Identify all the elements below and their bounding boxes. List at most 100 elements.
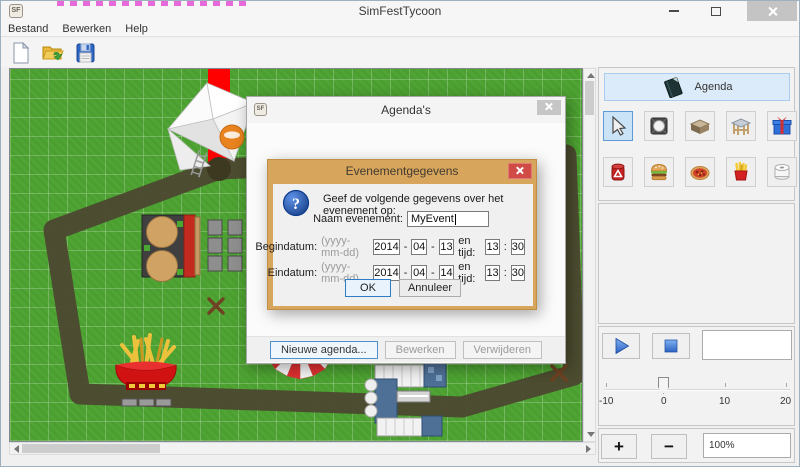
stop-icon xyxy=(662,337,680,355)
menu-help[interactable]: Help xyxy=(118,22,155,36)
date-separator: - xyxy=(431,267,435,279)
tool-gift-shop[interactable] xyxy=(767,111,797,141)
path-junction xyxy=(207,157,231,181)
minimize-button[interactable] xyxy=(659,1,689,21)
begin-month-field[interactable]: 04 xyxy=(411,239,427,255)
zoom-in-button[interactable]: + xyxy=(601,434,637,459)
tool-fries-stand[interactable] xyxy=(726,157,756,187)
date-separator: - xyxy=(431,241,435,253)
time-separator: : xyxy=(504,241,507,253)
event-name-value: MyEvent xyxy=(411,213,454,225)
ok-button[interactable]: OK xyxy=(345,279,391,297)
zoom-groupbox: + − 100% xyxy=(598,428,795,463)
scroll-up-icon[interactable] xyxy=(587,73,595,78)
zoom-level-field[interactable]: 100% xyxy=(703,433,791,458)
simfest-logo-band xyxy=(224,131,240,138)
market-stall-icon xyxy=(729,114,753,138)
play-button[interactable] xyxy=(602,333,640,359)
agenda-book-icon xyxy=(662,76,686,98)
agendas-dialog-title: Agenda's xyxy=(247,103,565,117)
slider-label-10: 10 xyxy=(719,396,730,407)
slider-label-0: 0 xyxy=(661,396,667,407)
edit-agenda-button[interactable]: Bewerken xyxy=(385,341,456,359)
end-label: Eindatum: xyxy=(268,267,318,279)
info-groupbox xyxy=(598,203,795,324)
time-separator: : xyxy=(504,267,507,279)
tool-spotlight[interactable] xyxy=(644,111,674,141)
map-horizontal-scrollbar[interactable] xyxy=(9,442,596,455)
event-name-field[interactable]: MyEvent xyxy=(407,211,489,227)
begin-hour-field[interactable]: 13 xyxy=(485,239,499,255)
close-icon xyxy=(544,102,555,113)
horizontal-scroll-thumb[interactable] xyxy=(22,444,160,453)
svg-text:?: ? xyxy=(292,196,300,213)
fries-benches xyxy=(122,399,171,406)
tool-select-cursor[interactable] xyxy=(603,111,633,141)
delete-agenda-button[interactable]: Verwijderen xyxy=(463,341,542,359)
agendas-dialog-close-button[interactable] xyxy=(537,100,561,115)
map-vertical-scrollbar[interactable] xyxy=(583,68,596,442)
agendas-dialog-titlebar[interactable]: SF Agenda's xyxy=(247,97,565,123)
gift-icon xyxy=(770,114,794,138)
scroll-down-icon[interactable] xyxy=(587,432,595,437)
new-file-button[interactable] xyxy=(9,41,33,65)
toolbar xyxy=(1,38,799,67)
event-name-row: Naam evenement: MyEvent xyxy=(313,211,489,227)
agenda-button[interactable]: Agenda xyxy=(604,73,790,101)
cursor-icon xyxy=(606,114,630,138)
begin-time-label: en tijd: xyxy=(458,235,481,259)
text-caret xyxy=(455,214,456,225)
scroll-right-icon[interactable] xyxy=(586,445,591,453)
tool-trash-bin[interactable] xyxy=(603,157,633,187)
slider-tick xyxy=(786,383,787,387)
event-dialog-title: Evenementgegevens xyxy=(268,164,536,178)
slider-label-20: 20 xyxy=(780,396,791,407)
menu-bewerken[interactable]: Bewerken xyxy=(55,22,118,36)
close-button[interactable] xyxy=(747,1,797,21)
save-button[interactable] xyxy=(73,41,97,65)
save-icon xyxy=(73,41,97,65)
maximize-icon xyxy=(711,7,721,16)
dead-bush-marker-1 xyxy=(209,299,223,313)
picnic-benches xyxy=(208,220,242,271)
stop-button[interactable] xyxy=(652,333,690,359)
event-dialog-buttons: OK Annuleer xyxy=(273,279,533,297)
open-folder-icon xyxy=(41,41,65,65)
new-agenda-button[interactable]: Nieuwe agenda... xyxy=(270,341,378,359)
stage-icon xyxy=(688,114,712,138)
spotlight-icon xyxy=(647,114,671,138)
menu-bestand[interactable]: Bestand xyxy=(1,22,55,36)
tool-pizza-stand[interactable] xyxy=(685,157,715,187)
menubar: Bestand Bewerken Help xyxy=(1,21,799,37)
date-format-hint: (yyyy-mm-dd) xyxy=(321,235,369,259)
cancel-button[interactable]: Annuleer xyxy=(399,279,461,297)
trash-bin-icon xyxy=(606,160,630,184)
tools-groupbox: Agenda xyxy=(598,67,795,201)
event-dialog-close-button[interactable] xyxy=(508,163,532,179)
burger-stands[interactable] xyxy=(142,215,200,282)
speed-slider-track[interactable] xyxy=(604,389,790,391)
begin-day-field[interactable]: 13 xyxy=(439,239,455,255)
tool-burger-stand[interactable] xyxy=(644,157,674,187)
minus-icon: − xyxy=(664,438,674,455)
fries-stand[interactable] xyxy=(116,335,176,390)
speed-slider-thumb[interactable] xyxy=(658,377,669,394)
open-file-button[interactable] xyxy=(41,41,65,65)
fries-icon xyxy=(729,160,753,184)
vertical-scroll-thumb[interactable] xyxy=(585,81,594,115)
scroll-left-icon[interactable] xyxy=(14,445,19,453)
begin-minute-field[interactable]: 30 xyxy=(511,239,525,255)
maximize-button[interactable] xyxy=(701,1,731,21)
play-icon xyxy=(611,336,631,356)
begin-year-field[interactable]: 2014 xyxy=(373,239,399,255)
zoom-out-button[interactable]: − xyxy=(651,434,687,459)
app-window: SF SimFestTycoon Bestand Bewerken Help xyxy=(0,0,800,467)
slider-label-neg10: -10 xyxy=(599,396,613,407)
close-icon xyxy=(767,6,778,17)
tool-toilet-paper[interactable] xyxy=(767,157,797,187)
tool-market-stall[interactable] xyxy=(726,111,756,141)
date-separator: - xyxy=(404,267,408,279)
minimize-icon xyxy=(669,10,679,12)
date-separator: - xyxy=(404,241,408,253)
tool-stage[interactable] xyxy=(685,111,715,141)
